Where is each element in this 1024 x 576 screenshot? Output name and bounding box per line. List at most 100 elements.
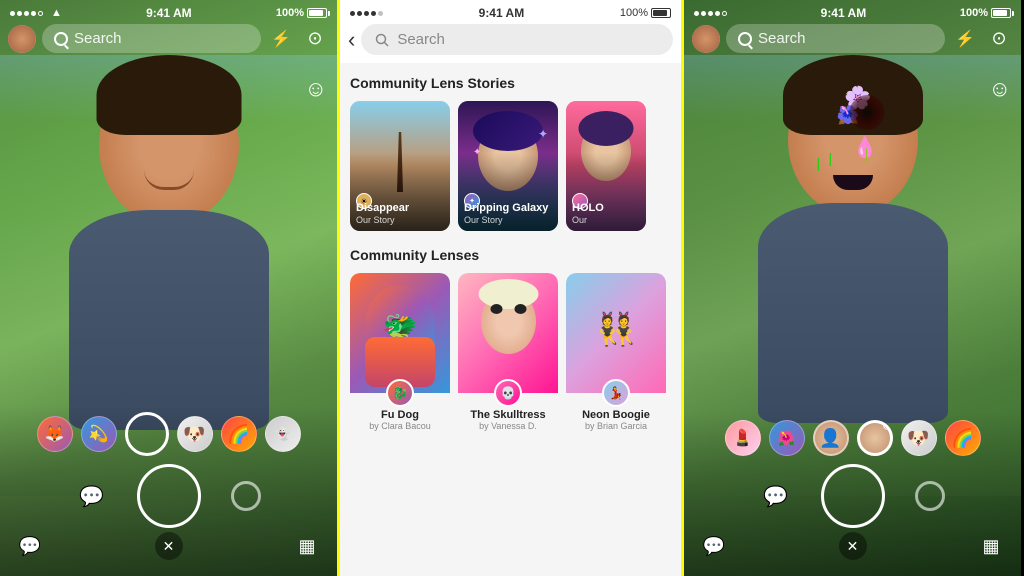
r-dot-1 bbox=[694, 11, 699, 16]
search-icon-right bbox=[738, 32, 752, 46]
close-btn-right[interactable]: ✕ bbox=[839, 532, 867, 560]
multi-snap-right[interactable] bbox=[915, 481, 945, 511]
bottom-nav-left: 💬 ✕ ▦ bbox=[0, 532, 337, 564]
wound-effect bbox=[849, 95, 884, 130]
status-left-right bbox=[694, 11, 727, 16]
lens-author-neon: by Brian Garcia bbox=[570, 421, 662, 431]
lens-avatar-fudog: 🐉 bbox=[386, 379, 414, 407]
search-row-left: Search ⚡ ⊙ bbox=[0, 24, 337, 59]
holo-hair bbox=[579, 111, 634, 146]
emoji-sticker-btn-left[interactable]: ☺ bbox=[305, 76, 327, 102]
lens-name-skulltress: The Skulltress bbox=[462, 409, 554, 421]
emoji-sticker-btn-right[interactable]: ☺ bbox=[989, 76, 1011, 102]
signal-right bbox=[694, 11, 727, 16]
lens-avatar-neon: 💃 bbox=[602, 379, 630, 407]
galaxy-hair bbox=[473, 111, 543, 151]
r-dot-4 bbox=[715, 11, 720, 16]
content-area-middle[interactable]: Community Lens Stories ☀ Disappear Our S… bbox=[340, 63, 681, 539]
mid-dot-3 bbox=[364, 11, 369, 16]
lens-card-neon[interactable]: 👯 💃 Neon Boogie by Brian Garcia bbox=[566, 273, 666, 437]
search-bar-right[interactable]: Search bbox=[726, 24, 945, 53]
lens-item-capture[interactable] bbox=[125, 412, 169, 456]
capture-row-left: 💬 bbox=[0, 464, 337, 532]
lens-thumb-neon: 👯 bbox=[566, 273, 666, 393]
status-time-left: 9:41 AM bbox=[146, 6, 192, 20]
lens-card-skulltress[interactable]: 💀 The Skulltress by Vanessa D. bbox=[458, 273, 558, 437]
story-sub-2: Our Story bbox=[464, 215, 552, 225]
lens-avatar-skulltress: 💀 bbox=[494, 379, 522, 407]
back-button[interactable]: ‹ bbox=[348, 27, 355, 53]
capture-row-right: 💬 bbox=[684, 464, 1021, 532]
camera-flip-btn-left[interactable]: ⊙ bbox=[301, 25, 329, 53]
green-drip-2: | bbox=[829, 150, 833, 166]
story-label-holo: HOLO Our bbox=[572, 202, 640, 225]
status-right-left: 100% bbox=[276, 7, 327, 19]
search-row-right: Search ⚡ ⊙ bbox=[684, 24, 1021, 59]
body-right bbox=[758, 203, 948, 423]
flash-btn-left[interactable]: ⚡ bbox=[267, 25, 295, 53]
hair bbox=[96, 55, 241, 135]
user-avatar-right[interactable] bbox=[692, 25, 720, 53]
lens-item-4[interactable]: 🌈 bbox=[221, 416, 257, 452]
capture-button-right[interactable] bbox=[821, 464, 885, 528]
lens-name-neon: Neon Boogie bbox=[570, 409, 662, 421]
neon-visual: 👯 bbox=[584, 279, 649, 369]
signal-dot-4 bbox=[31, 11, 36, 16]
signal-dot-3 bbox=[24, 11, 29, 16]
bottom-controls-right: 💄 🌺 👤 🌸 🐶 🌈 💬 💬 ✕ ▦ bbox=[684, 412, 1021, 576]
signal-dot-5 bbox=[38, 11, 43, 16]
signal-bars bbox=[10, 11, 43, 16]
lens-item-r-active[interactable]: 🌸 bbox=[857, 420, 893, 456]
lens-item-r4[interactable]: 🐶 bbox=[901, 420, 937, 456]
search-bar-left[interactable]: Search bbox=[42, 24, 261, 53]
lens-avatar-container-3: 💃 bbox=[566, 379, 666, 407]
grid-nav-right[interactable]: ▦ bbox=[977, 532, 1005, 560]
lens-item-5[interactable]: 👻 bbox=[265, 416, 301, 452]
lens-item-3[interactable]: 🐶 bbox=[177, 416, 213, 452]
story-card-galaxy[interactable]: ✦ ✦ ✦ Dripping Galaxy Our Story bbox=[458, 101, 558, 231]
mid-dot-1 bbox=[350, 11, 355, 16]
lens-item-r3[interactable]: 👤 bbox=[813, 420, 849, 456]
status-bar-left: ▲ 9:41 AM 100% bbox=[0, 0, 337, 24]
lens-author-fudog: by Clara Bacou bbox=[354, 421, 446, 431]
grid-nav-left[interactable]: ▦ bbox=[293, 532, 321, 560]
story-card-holo[interactable]: HOLO Our bbox=[566, 101, 646, 231]
body bbox=[69, 210, 269, 430]
search-text-right: Search bbox=[758, 30, 806, 47]
capture-button-left[interactable] bbox=[137, 464, 201, 528]
status-right-right: 100% bbox=[960, 7, 1011, 19]
lens-item-r1[interactable]: 💄 bbox=[725, 420, 761, 456]
flash-btn-right[interactable]: ⚡ bbox=[951, 25, 979, 53]
lens-item-1[interactable]: 🦊 bbox=[37, 416, 73, 452]
user-avatar-left[interactable] bbox=[8, 25, 36, 53]
story-card-disappear[interactable]: ☀ Disappear Our Story bbox=[350, 101, 450, 231]
wifi-label: ▲ bbox=[51, 7, 62, 19]
story-name-2: Dripping Galaxy bbox=[464, 202, 552, 215]
story-name-1: Disappear bbox=[356, 202, 444, 215]
lens-info-fudog: Fu Dog by Clara Bacou bbox=[350, 407, 450, 437]
signal-middle bbox=[350, 11, 383, 16]
chat-icon-right[interactable]: 💬 bbox=[761, 481, 791, 511]
mid-dot-2 bbox=[357, 11, 362, 16]
multi-snap-left[interactable] bbox=[231, 481, 261, 511]
lens-card-fudog[interactable]: 🐲 🐉 Fu Dog by Clara Bacou bbox=[350, 273, 450, 437]
chat-nav-left[interactable]: 💬 bbox=[16, 532, 44, 560]
skulltress-visual bbox=[476, 279, 541, 359]
chat-nav-right[interactable]: 💬 bbox=[700, 532, 728, 560]
lens-info-skulltress: The Skulltress by Vanessa D. bbox=[458, 407, 558, 437]
lens-item-r2[interactable]: 🌺 bbox=[769, 420, 805, 456]
story-sub-1: Our Story bbox=[356, 215, 444, 225]
close-btn-left[interactable]: ✕ bbox=[155, 532, 183, 560]
lens-info-neon: Neon Boogie by Brian Garcia bbox=[566, 407, 666, 437]
lens-item-r5[interactable]: 🌈 bbox=[945, 420, 981, 456]
status-bar-right: 9:41 AM 100% bbox=[684, 0, 1021, 24]
battery-pct-left: 100% bbox=[276, 7, 304, 19]
lens-item-2[interactable]: 💫 bbox=[81, 416, 117, 452]
lenses-grid: 🐲 🐉 Fu Dog by Clara Bacou bbox=[350, 273, 671, 437]
story-label-galaxy: Dripping Galaxy Our Story bbox=[464, 202, 552, 225]
section-title-lenses: Community Lenses bbox=[350, 247, 671, 263]
chat-icon-left[interactable]: 💬 bbox=[77, 481, 107, 511]
search-bar-middle[interactable]: Search bbox=[361, 24, 673, 55]
story-name-3: HOLO bbox=[572, 202, 640, 215]
camera-flip-btn-right[interactable]: ⊙ bbox=[985, 25, 1013, 53]
